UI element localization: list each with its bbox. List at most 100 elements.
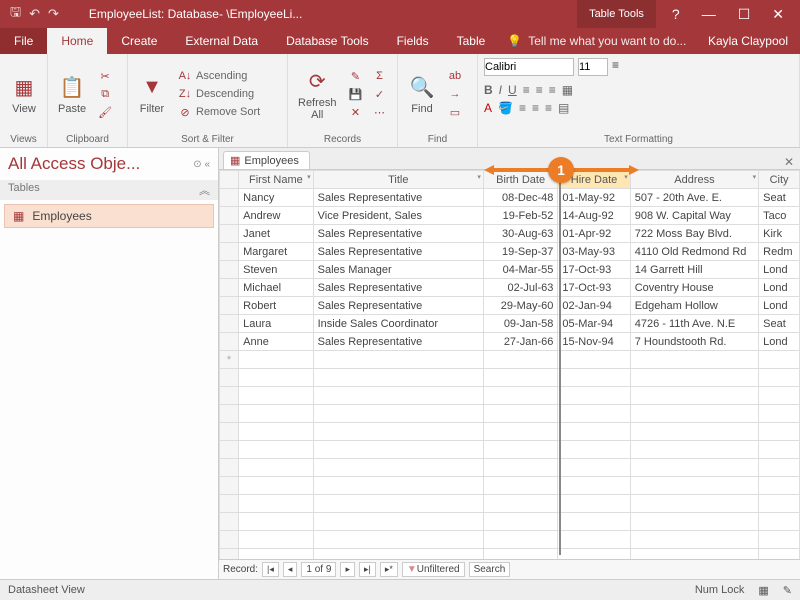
- align-right-icon[interactable]: ≡: [545, 101, 552, 115]
- table-row[interactable]: MargaretSales Representative19-Sep-3703-…: [220, 243, 800, 261]
- paste-button[interactable]: 📋Paste: [54, 71, 90, 117]
- brush-icon: 🖌: [98, 105, 112, 119]
- next-record-button[interactable]: ▸: [340, 562, 355, 577]
- datasheet-view-icon[interactable]: ▦: [758, 584, 768, 597]
- record-navigator: Record: |◂ ◂ 1 of 9 ▸ ▸| ▸* ▼ Unfiltered…: [219, 559, 800, 579]
- totals-button[interactable]: Σ: [371, 68, 389, 84]
- save-record-button[interactable]: 💾: [347, 86, 365, 102]
- col-address[interactable]: Address▾: [630, 171, 758, 189]
- table-row[interactable]: AndrewVice President, Sales19-Feb-5214-A…: [220, 207, 800, 225]
- goto-button[interactable]: →: [446, 86, 464, 102]
- employees-table[interactable]: First Name▾ Title▾ Birth Date▾ Hire Date…: [219, 170, 800, 559]
- tab-file[interactable]: File: [0, 28, 47, 54]
- bullets-icon[interactable]: ≡: [612, 58, 619, 76]
- gridlines-button[interactable]: ▦: [562, 83, 573, 97]
- table-row[interactable]: StevenSales Manager04-Mar-5517-Oct-9314 …: [220, 261, 800, 279]
- spelling-button[interactable]: ✓: [371, 86, 389, 102]
- font-size-input[interactable]: [578, 58, 608, 76]
- italic-button[interactable]: I: [499, 83, 502, 97]
- sort-desc-button[interactable]: Z↓Descending: [176, 86, 262, 102]
- find-icon: 🔍: [408, 73, 436, 101]
- col-city[interactable]: City: [759, 171, 800, 189]
- filter-button[interactable]: ▼Filter: [134, 71, 170, 117]
- record-position[interactable]: 1 of 9: [301, 562, 336, 577]
- col-birth-date[interactable]: Birth Date▾: [483, 171, 557, 189]
- table-row[interactable]: AnneSales Representative27-Jan-6615-Nov-…: [220, 333, 800, 351]
- help-icon[interactable]: ?: [672, 6, 680, 23]
- new-record-nav-button[interactable]: ▸*: [380, 562, 398, 577]
- datasheet-icon: ▦: [10, 73, 38, 101]
- table-row[interactable]: NancySales Representative08-Dec-4801-May…: [220, 189, 800, 207]
- table-row[interactable]: MichaelSales Representative02-Jul-6317-O…: [220, 279, 800, 297]
- bold-button[interactable]: B: [484, 83, 493, 97]
- redo-icon[interactable]: ↷: [48, 6, 59, 22]
- maximize-icon[interactable]: ☐: [738, 6, 751, 23]
- window-title: EmployeeList: Database- \EmployeeLi...: [59, 7, 577, 21]
- last-record-button[interactable]: ▸|: [359, 562, 376, 577]
- col-first-name[interactable]: First Name▾: [239, 171, 313, 189]
- align-left-icon[interactable]: ≡: [519, 101, 526, 115]
- col-hire-date[interactable]: Hire Date▾: [558, 171, 630, 189]
- more-button[interactable]: ⋯: [371, 104, 389, 120]
- table-icon: ▦: [13, 209, 24, 223]
- design-view-icon[interactable]: ✎: [783, 584, 792, 597]
- tab-database-tools[interactable]: Database Tools: [272, 28, 383, 54]
- find-button[interactable]: 🔍Find: [404, 71, 440, 117]
- align-center-icon[interactable]: ≡: [532, 101, 539, 115]
- filter-indicator[interactable]: ▼ Unfiltered: [402, 562, 465, 577]
- refresh-icon: ⟳: [303, 67, 331, 95]
- sort-asc-button[interactable]: A↓Ascending: [176, 68, 262, 84]
- align-left-button[interactable]: ≡: [523, 83, 530, 97]
- datasheet: ▦ Employees ✕ First Name▾ Title▾ Birth D…: [219, 148, 800, 579]
- remove-sort-button[interactable]: ⊘Remove Sort: [176, 104, 262, 120]
- font-name-input[interactable]: [484, 58, 574, 76]
- row-selector-header[interactable]: [220, 171, 239, 189]
- refresh-all-button[interactable]: ⟳Refresh All: [294, 65, 341, 123]
- tab-fields[interactable]: Fields: [383, 28, 443, 54]
- font-color-button[interactable]: A: [484, 101, 492, 115]
- align-center-button[interactable]: ≡: [536, 83, 543, 97]
- tab-external-data[interactable]: External Data: [171, 28, 272, 54]
- cut-button[interactable]: ✂: [96, 68, 114, 84]
- delete-record-button[interactable]: ✕: [347, 104, 365, 120]
- underline-button[interactable]: U: [508, 83, 517, 97]
- close-tab-icon[interactable]: ✕: [784, 155, 794, 169]
- search-box[interactable]: Search: [469, 562, 511, 577]
- status-bar: Datasheet View Num Lock ▦ ✎: [0, 579, 800, 600]
- object-tab-employees[interactable]: ▦ Employees: [223, 151, 310, 169]
- close-icon[interactable]: ✕: [772, 6, 784, 23]
- filter-icon: ▼: [138, 73, 166, 101]
- format-painter-button[interactable]: 🖌: [96, 104, 114, 120]
- nav-section-tables[interactable]: Tables: [8, 182, 40, 198]
- replace-button[interactable]: ab: [446, 68, 464, 84]
- select-button[interactable]: ▭: [446, 104, 464, 120]
- new-record-button[interactable]: ✎: [347, 68, 365, 84]
- prev-record-button[interactable]: ◂: [283, 562, 298, 577]
- copy-button[interactable]: ⧉: [96, 86, 114, 102]
- navigation-pane: All Access Obje... ⊙ « Tables︽ ▦ Employe…: [0, 148, 219, 579]
- table-row[interactable]: LauraInside Sales Coordinator09-Jan-5805…: [220, 315, 800, 333]
- paste-icon: 📋: [58, 73, 86, 101]
- minimize-icon[interactable]: —: [702, 6, 716, 23]
- align-right-button[interactable]: ≡: [549, 83, 556, 97]
- view-button[interactable]: ▦View: [6, 71, 42, 117]
- nav-title[interactable]: All Access Obje...: [8, 154, 140, 174]
- nav-item-employees[interactable]: ▦ Employees: [4, 204, 214, 228]
- table-row[interactable]: RobertSales Representative29-May-6002-Ja…: [220, 297, 800, 315]
- table-icon: ▦: [230, 154, 240, 167]
- cut-icon: ✂: [98, 69, 112, 83]
- col-title[interactable]: Title▾: [313, 171, 483, 189]
- table-row[interactable]: JanetSales Representative30-Aug-6301-Apr…: [220, 225, 800, 243]
- fill-color-button[interactable]: 🪣: [498, 101, 513, 115]
- column-resize-handle[interactable]: [559, 175, 561, 555]
- tab-table[interactable]: Table: [443, 28, 500, 54]
- tell-me[interactable]: 💡Tell me what you want to do...: [499, 28, 696, 54]
- first-record-button[interactable]: |◂: [262, 562, 279, 577]
- bulb-icon: 💡: [507, 34, 522, 48]
- undo-icon[interactable]: ↶: [29, 6, 40, 22]
- account-name[interactable]: Kayla Claypool: [696, 28, 800, 54]
- save-icon[interactable]: 🖫: [10, 3, 21, 25]
- alt-row-button[interactable]: ▤: [558, 101, 569, 115]
- tab-create[interactable]: Create: [107, 28, 171, 54]
- tab-home[interactable]: Home: [47, 28, 107, 54]
